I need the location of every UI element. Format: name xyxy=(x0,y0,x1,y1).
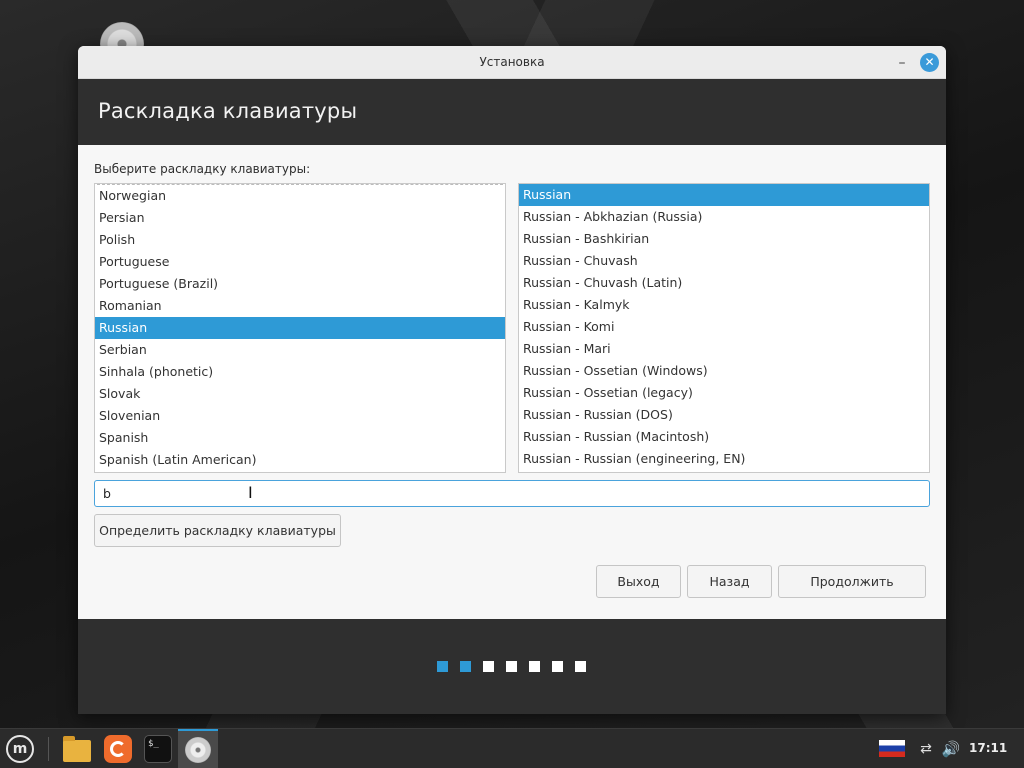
layout-list-item[interactable]: Slovak xyxy=(95,383,505,405)
back-button[interactable]: Назад xyxy=(687,565,772,598)
firefox-launcher[interactable] xyxy=(102,733,134,765)
variant-list[interactable]: Russian Russian - Abkhazian (Russia) Russi… xyxy=(518,183,930,473)
variant-list-item[interactable]: Russian - Bashkirian xyxy=(519,228,929,250)
start-menu-button[interactable]: m xyxy=(4,733,36,765)
page-title: Раскладка клавиатуры xyxy=(98,99,358,123)
russian-flag-icon[interactable] xyxy=(879,740,905,757)
layout-list-item[interactable]: Polish xyxy=(95,229,505,251)
taskbar-separator xyxy=(48,737,49,761)
variant-list-item[interactable]: Russian - Russian (engineering, EN) xyxy=(519,448,929,470)
layout-prompt-label: Выберите раскладку клавиатуры: xyxy=(94,162,311,176)
variant-list-item[interactable]: Russian - Mari xyxy=(519,338,929,360)
variant-list-item[interactable]: Russian - Russian (DOS) xyxy=(519,404,929,426)
progress-step-dot xyxy=(506,661,517,672)
layout-list-item[interactable]: Spanish (Latin American) xyxy=(95,449,505,471)
folder-icon xyxy=(63,736,91,762)
network-icon[interactable]: ⇄ xyxy=(916,739,936,759)
layout-list-item[interactable]: Norwegian xyxy=(95,185,505,207)
progress-step-dot xyxy=(575,661,586,672)
detect-layout-button[interactable]: Определить раскладку клавиатуры xyxy=(94,514,341,547)
progress-step-dot xyxy=(552,661,563,672)
terminal-icon: $_ xyxy=(144,735,172,763)
page-header: Раскладка клавиатуры xyxy=(78,79,946,145)
mint-menu-icon: m xyxy=(6,735,34,763)
minimize-icon[interactable]: – xyxy=(895,56,909,70)
keyboard-test-input[interactable] xyxy=(94,480,930,507)
layout-list-item[interactable]: Serbian xyxy=(95,339,505,361)
files-launcher[interactable] xyxy=(61,733,93,765)
layout-list-item[interactable]: Sinhala (phonetic) xyxy=(95,361,505,383)
progress-step-dot xyxy=(529,661,540,672)
taskbar: m $_ ⇄ 🔊 17:11 xyxy=(0,728,1024,768)
progress-indicator xyxy=(437,661,586,672)
progress-step-dot xyxy=(460,661,471,672)
layout-list-item[interactable]: Portuguese xyxy=(95,251,505,273)
clock[interactable]: 17:11 xyxy=(969,741,1007,755)
layout-list-item[interactable]: Persian xyxy=(95,207,505,229)
continue-button[interactable]: Продолжить xyxy=(778,565,926,598)
variant-list-item[interactable]: Russian - Ossetian (Windows) xyxy=(519,360,929,382)
disc-icon xyxy=(185,737,211,763)
layout-list-item[interactable]: Portuguese (Brazil) xyxy=(95,273,505,295)
window-titlebar[interactable]: Установка – ✕ xyxy=(78,46,946,79)
layout-list-item[interactable]: Slovenian xyxy=(95,405,505,427)
variant-list-item[interactable]: Russian - Ossetian (legacy) xyxy=(519,382,929,404)
layout-list-item[interactable]: Russian xyxy=(95,317,505,339)
firefox-icon xyxy=(104,735,132,763)
variant-list-item[interactable]: Russian xyxy=(519,184,929,206)
close-icon[interactable]: ✕ xyxy=(920,53,939,72)
content-area: Выберите раскладку клавиатуры: Norwegian… xyxy=(78,145,946,619)
installer-taskbar-button[interactable] xyxy=(178,729,218,768)
variant-list-item[interactable]: Russian - Chuvash (Latin) xyxy=(519,272,929,294)
variant-list-item[interactable]: Russian - Abkhazian (Russia) xyxy=(519,206,929,228)
quit-button[interactable]: Выход xyxy=(596,565,681,598)
layout-list-item[interactable]: Romanian xyxy=(95,295,505,317)
variant-list-item[interactable]: Russian - Kalmyk xyxy=(519,294,929,316)
terminal-launcher[interactable]: $_ xyxy=(142,733,174,765)
installer-window: Установка – ✕ Раскладка клавиатуры Выбер… xyxy=(78,46,946,714)
volume-icon[interactable]: 🔊 xyxy=(941,739,961,759)
variant-list-item[interactable]: Russian - Russian (Macintosh) xyxy=(519,426,929,448)
progress-step-dot xyxy=(483,661,494,672)
window-title: Установка xyxy=(479,55,545,69)
progress-footer xyxy=(78,619,946,714)
variant-list-item[interactable]: Russian - Chuvash xyxy=(519,250,929,272)
ibeam-cursor-icon: I xyxy=(248,483,253,502)
variant-list-item[interactable]: Russian - Komi xyxy=(519,316,929,338)
layout-list-item[interactable]: Spanish xyxy=(95,427,505,449)
progress-step-dot xyxy=(437,661,448,672)
layout-list[interactable]: Norwegian Persian Polish Portuguese Portugue… xyxy=(94,183,506,473)
